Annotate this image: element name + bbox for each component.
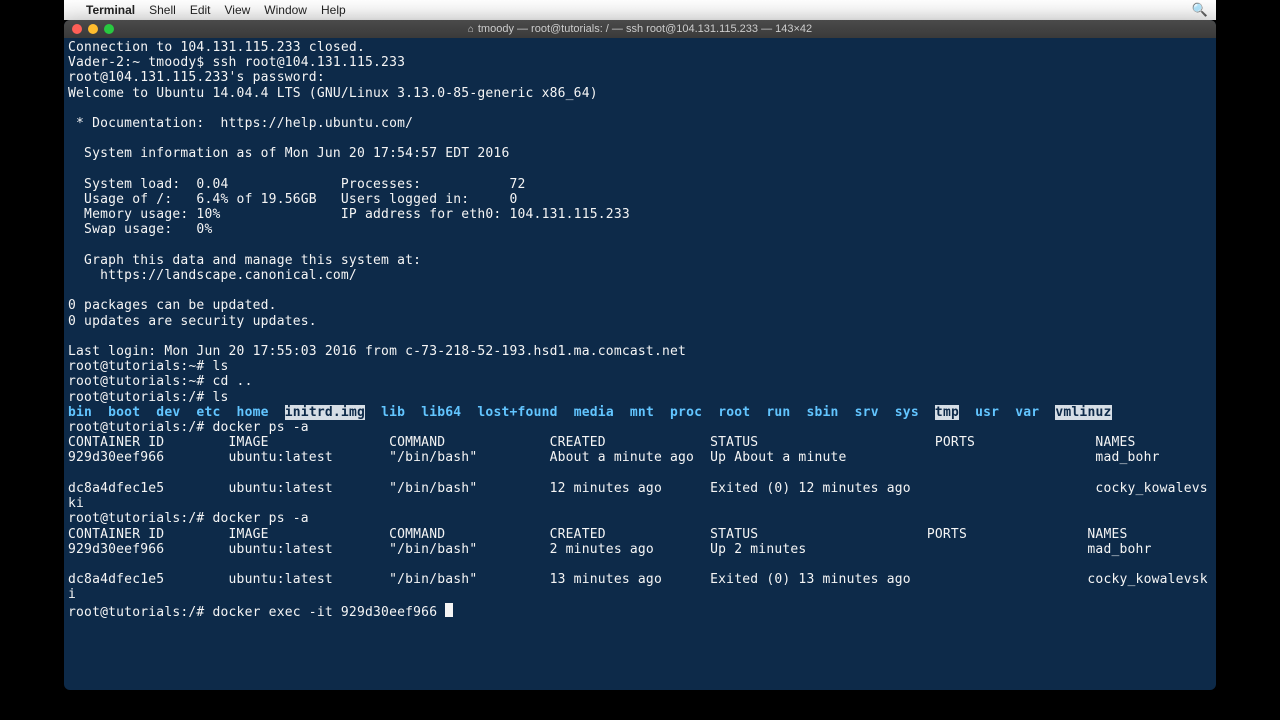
menubar-item-window[interactable]: Window [264, 3, 307, 17]
terminal-line: System load: 0.04 Processes: 72 [68, 177, 526, 192]
close-button[interactable] [72, 24, 82, 34]
terminal-line: 0 packages can be updated. [68, 298, 277, 313]
maximize-button[interactable] [104, 24, 114, 34]
terminal-prompt: root@tutorials:/# docker exec -it 929d30… [68, 605, 445, 620]
terminal-line: 0 updates are security updates. [68, 314, 317, 329]
menubar[interactable]: Terminal Shell Edit View Window Help 🔍 [64, 0, 1216, 20]
terminal-line: System information as of Mon Jun 20 17:5… [68, 146, 509, 161]
menubar-app-name[interactable]: Terminal [86, 3, 135, 17]
terminal-line: Memory usage: 10% IP address for eth0: 1… [68, 207, 630, 222]
docker-row: dc8a4dfec1e5 ubuntu:latest "/bin/bash" 1… [68, 481, 1208, 496]
terminal-line: Graph this data and manage this system a… [68, 253, 421, 268]
terminal-line: Swap usage: 0% [68, 222, 212, 237]
terminal-line: Last login: Mon Jun 20 17:55:03 2016 fro… [68, 344, 686, 359]
menubar-item-help[interactable]: Help [321, 3, 346, 17]
window-title: ⌂tmoody — root@tutorials: / — ssh root@1… [64, 23, 1216, 35]
terminal-line: root@tutorials:/# docker ps -a [68, 420, 309, 435]
terminal-line: * Documentation: https://help.ubuntu.com… [68, 116, 413, 131]
terminal-line: root@tutorials:/# docker ps -a [68, 511, 309, 526]
docker-row-wrap: i [68, 587, 76, 602]
menubar-item-shell[interactable]: Shell [149, 3, 176, 17]
ls-dir: lib lib64 lost+found media mnt proc root… [365, 405, 935, 420]
docker-row-wrap: ki [68, 496, 84, 511]
minimize-button[interactable] [88, 24, 98, 34]
terminal-line: root@tutorials:~# cd .. [68, 374, 253, 389]
ls-symlink: vmlinuz [1055, 405, 1111, 420]
terminal-window: ⌂tmoody — root@tutorials: / — ssh root@1… [64, 20, 1216, 690]
terminal-line: Connection to 104.131.115.233 closed. [68, 40, 365, 55]
traffic-lights [64, 24, 114, 34]
terminal-line: root@104.131.115.233's password: [68, 70, 325, 85]
docker-row: dc8a4dfec1e5 ubuntu:latest "/bin/bash" 1… [68, 572, 1208, 587]
spotlight-search-icon[interactable]: 🔍 [1192, 2, 1208, 18]
docker-row: 929d30eef966 ubuntu:latest "/bin/bash" 2… [68, 542, 1152, 557]
ls-dir: usr var [959, 405, 1055, 420]
menubar-item-view[interactable]: View [225, 3, 251, 17]
ls-symlink: initrd.img [285, 405, 365, 420]
ls-dir: bin boot dev etc home [68, 405, 285, 420]
terminal-line: Usage of /: 6.4% of 19.56GB Users logged… [68, 192, 518, 207]
terminal-content[interactable]: Connection to 104.131.115.233 closed. Va… [64, 38, 1216, 622]
docker-row: 929d30eef966 ubuntu:latest "/bin/bash" A… [68, 450, 1160, 465]
docker-header: CONTAINER ID IMAGE COMMAND CREATED STATU… [68, 527, 1128, 542]
terminal-line: Vader-2:~ tmoody$ ssh root@104.131.115.2… [68, 55, 405, 70]
terminal-line: https://landscape.canonical.com/ [68, 268, 357, 283]
terminal-line: root@tutorials:/# ls [68, 390, 229, 405]
home-icon: ⌂ [468, 24, 474, 35]
terminal-line: Welcome to Ubuntu 14.04.4 LTS (GNU/Linux… [68, 86, 598, 101]
ls-highlight-tmp: tmp [935, 405, 959, 420]
terminal-line: root@tutorials:~# ls [68, 359, 229, 374]
menubar-item-edit[interactable]: Edit [190, 3, 211, 17]
titlebar[interactable]: ⌂tmoody — root@tutorials: / — ssh root@1… [64, 20, 1216, 38]
cursor [445, 603, 453, 617]
docker-header: CONTAINER ID IMAGE COMMAND CREATED STATU… [68, 435, 1136, 450]
